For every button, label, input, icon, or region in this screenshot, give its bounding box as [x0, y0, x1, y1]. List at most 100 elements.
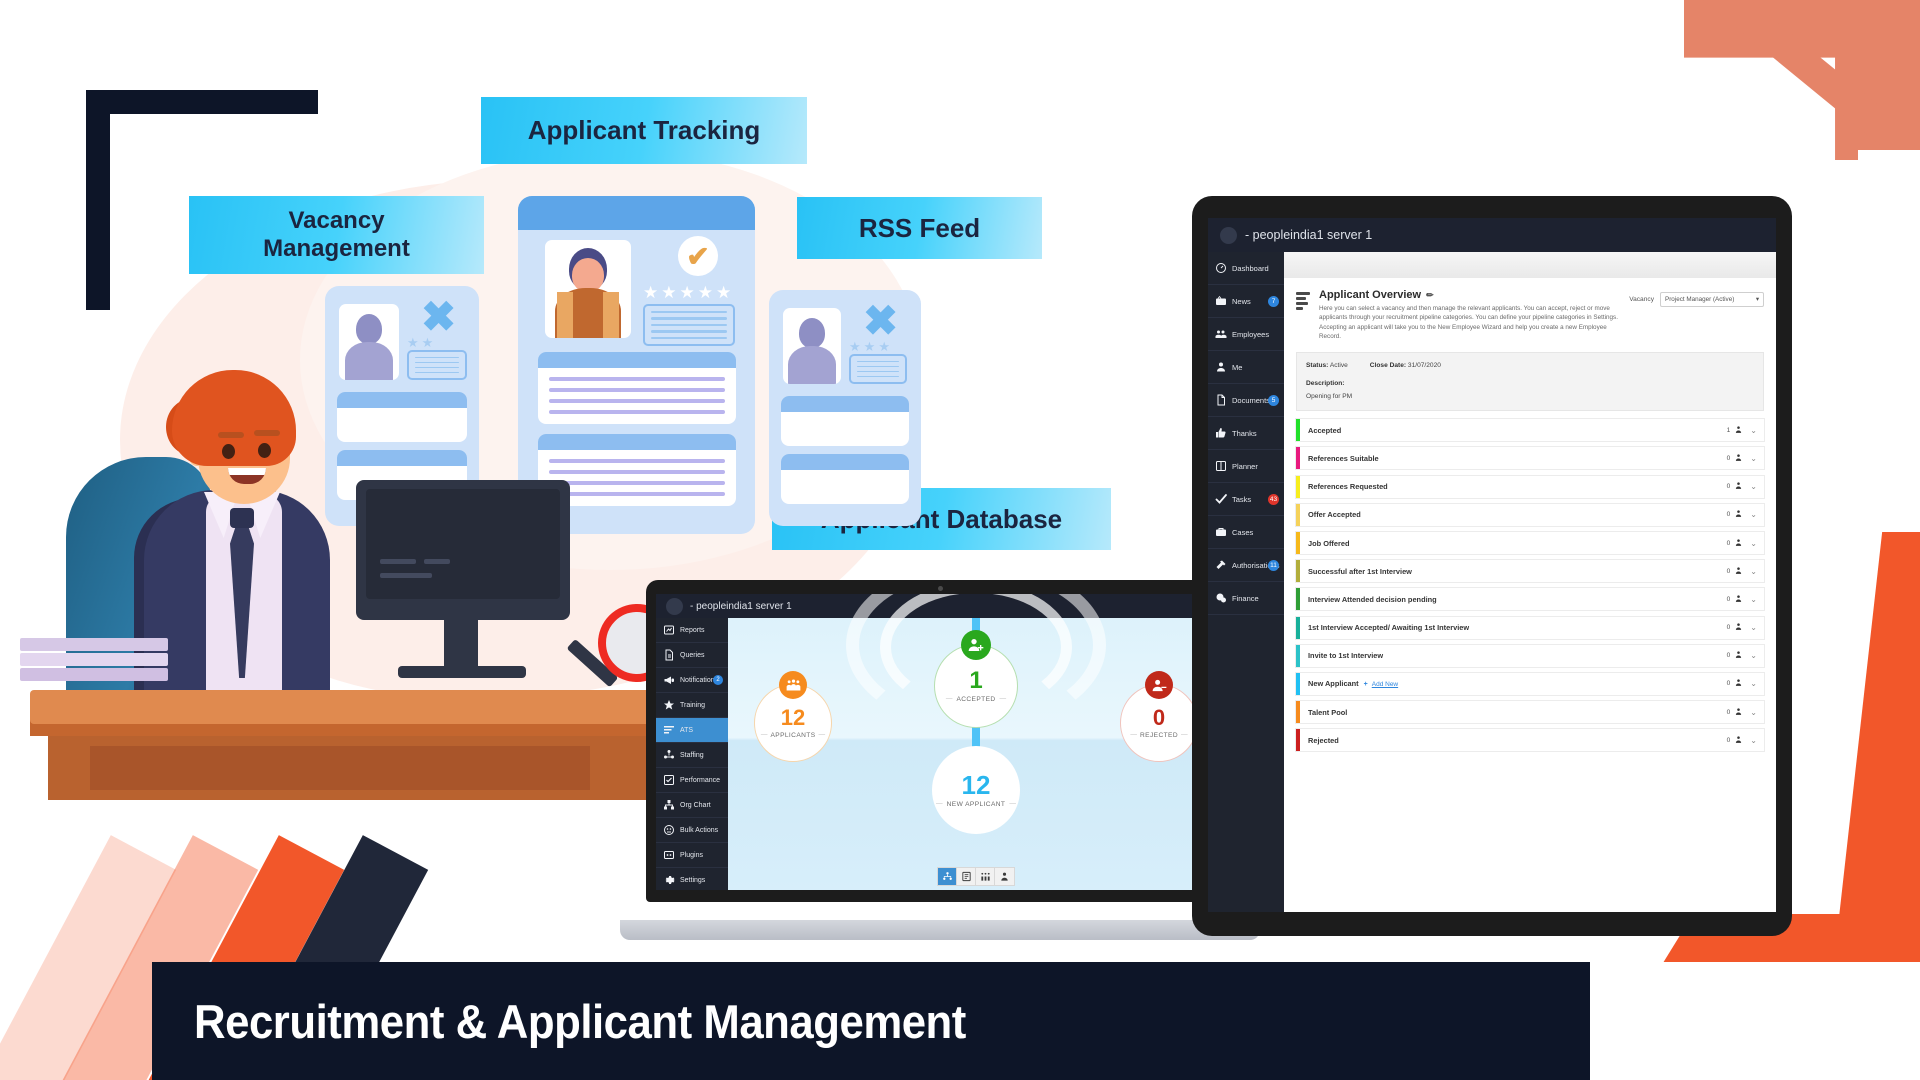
- pipeline-row[interactable]: Talent Pool 0 ⌄: [1295, 700, 1765, 725]
- sidebar-item-finance[interactable]: Finance: [1208, 582, 1284, 615]
- page-title-text: Applicant Overview: [1319, 289, 1422, 301]
- kpi-rejected[interactable]: 0 — REJECTED —: [1120, 671, 1198, 762]
- kpi-new-applicant[interactable]: 12 — NEW APPLICANT —: [932, 746, 1020, 834]
- pipeline-stage-name: Offer Accepted: [1308, 510, 1361, 520]
- pipeline-row[interactable]: Rejected 0 ⌄: [1295, 728, 1765, 753]
- toolbar-list-view-icon[interactable]: [957, 868, 976, 885]
- pipeline-row[interactable]: New Applicant + Add New 0 ⌄: [1295, 671, 1765, 696]
- add-new-plus-icon[interactable]: +: [1364, 681, 1368, 688]
- pipeline-row[interactable]: References Requested 0 ⌄: [1295, 474, 1765, 499]
- sidebar-item-dashboard[interactable]: Dashboard: [1208, 252, 1284, 285]
- sidebar-item-news[interactable]: News 7: [1208, 285, 1284, 318]
- pipeline-stage-name: Rejected: [1308, 735, 1339, 745]
- pipeline-row[interactable]: 1st Interview Accepted/ Awaiting 1st Int…: [1295, 615, 1765, 640]
- sidebar-item-settings[interactable]: Settings: [656, 868, 728, 890]
- planner-icon: [1215, 460, 1227, 472]
- sidebar-item-label: Training: [680, 701, 706, 709]
- menu-bars-icon: [1296, 289, 1310, 342]
- pipeline-row[interactable]: Invite to 1st Interview 0 ⌄: [1295, 643, 1765, 668]
- sidebar-item-reports[interactable]: Reports: [656, 618, 728, 643]
- chevron-down-icon[interactable]: ⌄: [1750, 736, 1757, 745]
- kpi-accepted[interactable]: 1 — ACCEPTED —: [934, 630, 1018, 728]
- person-icon: [1734, 735, 1743, 746]
- chevron-down-icon[interactable]: ⌄: [1750, 510, 1757, 519]
- avatar: [545, 240, 631, 338]
- key-icon: [1215, 559, 1227, 571]
- vacancy-label: Vacancy: [1629, 296, 1654, 303]
- person-icon: [1734, 538, 1743, 549]
- edit-pencil-icon[interactable]: ✏: [1426, 290, 1434, 301]
- card-row-1: [781, 396, 909, 446]
- sidebar-item-label: Performance: [680, 776, 721, 784]
- sidebar-item-documents[interactable]: Documents 5: [1208, 384, 1284, 417]
- pipeline-row[interactable]: Successful after 1st Interview 0 ⌄: [1295, 559, 1765, 584]
- kpi-applicants[interactable]: 12 — APPLICANTS —: [754, 671, 832, 762]
- person-icon: [1734, 678, 1743, 689]
- sidebar-item-staffing[interactable]: Staffing: [656, 743, 728, 768]
- sidebar-item-notifications[interactable]: Notifications 2: [656, 668, 728, 693]
- pipeline-stage-name: Invite to 1st Interview: [1308, 651, 1384, 661]
- rejected-person-icon: [1145, 671, 1173, 699]
- laptop-window-title: - peopleindia1 server 1: [690, 600, 792, 612]
- card-row-1: [337, 392, 467, 442]
- chevron-down-icon[interactable]: ⌄: [1750, 651, 1757, 660]
- chevron-down-icon[interactable]: ⌄: [1750, 623, 1757, 632]
- pipeline-stage-label: Invite to 1st Interview: [1300, 651, 1727, 660]
- sidebar-item-authorisations[interactable]: Authorisations 11: [1208, 549, 1284, 582]
- sidebar-item-org-chart[interactable]: Org Chart: [656, 793, 728, 818]
- chevron-down-icon[interactable]: ⌄: [1750, 708, 1757, 717]
- chevron-down-icon[interactable]: ⌄: [1750, 482, 1757, 491]
- chevron-down-icon[interactable]: ⌄: [1750, 426, 1757, 435]
- performance-icon: [663, 774, 675, 786]
- pipeline-stage-name: References Suitable: [1308, 453, 1379, 463]
- megaphone-icon: [663, 674, 675, 686]
- pipeline-stage-label: New Applicant + Add New: [1300, 679, 1727, 688]
- sidebar-item-label: Staffing: [680, 751, 704, 759]
- page-title: Applicant Overview ✏: [1319, 289, 1620, 301]
- sidebar-item-planner[interactable]: Planner: [1208, 450, 1284, 483]
- kpi-applicants-value: 12: [780, 705, 806, 730]
- add-new-link[interactable]: Add New: [1372, 681, 1398, 688]
- pipeline-row[interactable]: Offer Accepted 0 ⌄: [1295, 502, 1765, 527]
- sidebar-item-training[interactable]: Training: [656, 693, 728, 718]
- sidebar-item-employees[interactable]: Employees: [1208, 318, 1284, 351]
- pipeline-row[interactable]: Job Offered 0 ⌄: [1295, 531, 1765, 556]
- pipeline-row[interactable]: References Suitable 0 ⌄: [1295, 446, 1765, 471]
- sidebar-item-label: Bulk Actions: [680, 826, 719, 834]
- tablet-screen: - peopleindia1 server 1 Dashboard News 7 Em…: [1208, 218, 1776, 912]
- app-logo-icon: [666, 597, 683, 615]
- vacancy-select[interactable]: Project Manager (Active) ▾: [1660, 292, 1764, 307]
- chevron-down-icon[interactable]: ⌄: [1750, 679, 1757, 688]
- pipeline-row[interactable]: Accepted 1 ⌄: [1295, 418, 1765, 443]
- sidebar-item-me[interactable]: Me: [1208, 351, 1284, 384]
- sidebar-item-queries[interactable]: Queries: [656, 643, 728, 668]
- rating-stars: ★ ★: [407, 335, 434, 350]
- sidebar-item-bulk-actions[interactable]: Bulk Actions: [656, 818, 728, 843]
- sidebar-item-plugins[interactable]: Plugins: [656, 843, 728, 868]
- description-value: Opening for PM: [1306, 392, 1353, 400]
- chevron-down-icon[interactable]: ⌄: [1750, 567, 1757, 576]
- toolbar-org-view-icon[interactable]: [938, 868, 957, 885]
- right-orange-block: [1834, 532, 1920, 962]
- kpi-accepted-label: ACCEPTED: [956, 696, 996, 703]
- chevron-down-icon[interactable]: ⌄: [1750, 595, 1757, 604]
- pipeline-count: 0: [1726, 483, 1731, 491]
- sidebar-item-cases[interactable]: Cases: [1208, 516, 1284, 549]
- monitor-neck: [444, 618, 478, 670]
- pipeline-list: Accepted 1 ⌄ References Suitable 0 ⌄ Reference…: [1284, 411, 1776, 912]
- person-icon: [1734, 481, 1743, 492]
- sidebar-item-tasks[interactable]: Tasks 43: [1208, 483, 1284, 516]
- chevron-down-icon[interactable]: ⌄: [1750, 539, 1757, 548]
- pipeline-row[interactable]: Interview Attended decision pending 0 ⌄: [1295, 587, 1765, 612]
- sidebar-item-ats[interactable]: ATS: [656, 718, 728, 743]
- sidebar-item-thanks[interactable]: Thanks: [1208, 417, 1284, 450]
- laptop-screen: - peopleindia1 server 1 Reports Queries No…: [656, 594, 1224, 890]
- pipeline-stage-label: References Suitable: [1300, 454, 1727, 463]
- sidebar-item-performance[interactable]: Performance: [656, 768, 728, 793]
- chevron-down-icon[interactable]: ⌄: [1750, 454, 1757, 463]
- pipeline-stage-label: Talent Pool: [1300, 708, 1727, 717]
- toolbar-single-person-icon[interactable]: [995, 868, 1014, 885]
- banner-title: Recruitment & Applicant Management: [194, 994, 966, 1048]
- toolbar-people-view-icon[interactable]: [976, 868, 995, 885]
- view-toolbar[interactable]: [937, 867, 1015, 886]
